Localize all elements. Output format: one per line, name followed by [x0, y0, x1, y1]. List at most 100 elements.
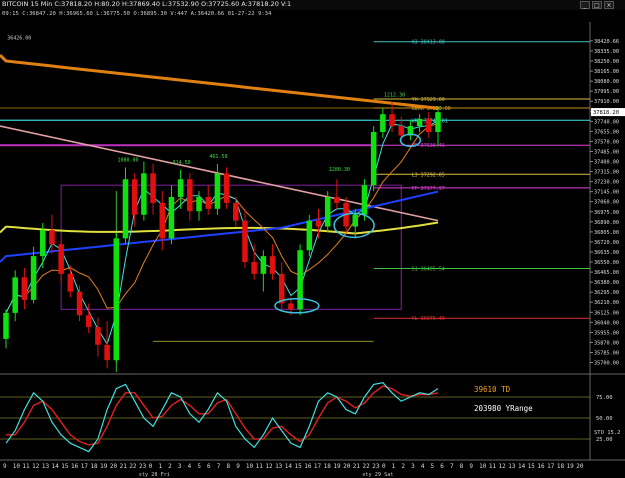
time-tick-label: 6	[207, 463, 211, 470]
price-tick-label: 37910.00	[594, 99, 619, 105]
price-tick-label: 37995.00	[594, 89, 619, 95]
time-tick-label: 19	[567, 463, 575, 470]
price-tick-label: 36210.00	[594, 300, 619, 306]
candle-body	[315, 220, 322, 227]
day-label: sty 29 Sat	[362, 472, 393, 478]
candle-body	[242, 220, 248, 263]
price-tick-label: 37315.00	[594, 170, 619, 176]
price-tick-label: 36125.00	[594, 310, 619, 316]
candle-body	[370, 131, 377, 186]
time-tick-label: 20	[343, 463, 351, 470]
time-tick-label: 12	[265, 463, 273, 470]
candle-body	[251, 262, 257, 274]
time-tick-label: 15	[295, 463, 303, 470]
price-tick-label: 38165.00	[594, 69, 619, 75]
long-moving-average	[0, 54, 440, 110]
sto-label: STO 15.2	[594, 430, 621, 436]
candle-body	[3, 312, 9, 339]
time-tick-label: 0	[149, 463, 153, 470]
level-label: YL 36075.40	[412, 316, 445, 322]
time-tick-label: 13	[508, 463, 516, 470]
time-tick-label: 10	[479, 463, 487, 470]
candle-body	[58, 244, 64, 274]
price-tick-label: 36295.00	[594, 290, 619, 296]
price-tick-label: 37570.00	[594, 139, 619, 145]
time-tick-label: 12	[32, 463, 40, 470]
time-tick-label: 4	[188, 463, 192, 470]
yellow-moving-average	[0, 221, 439, 235]
time-tick-label: 9	[236, 463, 240, 470]
candle-body	[306, 220, 313, 251]
price-tick-label: 35870.00	[594, 340, 619, 346]
price-tick-label: 37400.00	[594, 160, 619, 166]
time-tick-label: 21	[120, 463, 128, 470]
time-tick-label: 16	[71, 463, 79, 470]
time-tick-label: 1	[392, 463, 396, 470]
candle-body	[398, 126, 404, 136]
time-tick-label: 20	[110, 463, 118, 470]
candle-body	[380, 114, 386, 132]
price-chart[interactable]: H3 38413.08YH 37929.00R0HR 37853.00WR3 3…	[0, 0, 625, 478]
time-tick-label: 18	[90, 463, 98, 470]
time-tick-label: 7	[217, 463, 221, 470]
candle-body	[122, 179, 129, 239]
time-tick-label: 6	[440, 463, 444, 470]
price-tick-label: 36635.00	[594, 250, 619, 256]
time-tick-label: 14	[285, 463, 293, 470]
level-label: H3 38413.08	[412, 40, 445, 46]
candle-body	[159, 202, 166, 239]
price-tick-label: 36720.00	[594, 240, 619, 246]
candle-body	[205, 197, 211, 209]
candle-body	[21, 277, 28, 300]
time-tick-label: 10	[13, 463, 21, 470]
time-tick-label: 17	[547, 463, 555, 470]
price-tick-label: 38335.00	[594, 49, 619, 55]
price-tick-label: 36890.00	[594, 220, 619, 226]
candle-body	[95, 327, 101, 345]
candle-body	[12, 277, 18, 313]
td-label: 39610 TD	[474, 385, 511, 394]
chart-annotation: 36426.00	[7, 36, 31, 42]
level-label: PP 37177.97	[412, 186, 445, 192]
price-tick-label: 36550.00	[594, 260, 619, 266]
candle-body	[223, 173, 230, 203]
oscillator-slow-line	[6, 385, 439, 446]
time-tick-label: 19	[100, 463, 108, 470]
candle-body	[150, 173, 156, 203]
time-tick-label: 8	[226, 463, 230, 470]
time-tick-label: 13	[275, 463, 283, 470]
candle-body	[67, 273, 74, 292]
price-tick-label: 37740.00	[594, 119, 619, 125]
candle-body	[131, 179, 138, 215]
candle-body	[288, 303, 294, 310]
time-tick-label: 3	[411, 463, 415, 470]
price-tick-label: 37145.00	[594, 190, 619, 196]
chart-window: BITCOIN 15 Min C:37818.20 H:80.20 H:3786…	[0, 0, 625, 478]
price-tick-label: 36040.00	[594, 320, 619, 326]
time-tick-label: 9	[469, 463, 473, 470]
candle-body	[435, 112, 441, 132]
time-tick-label: 11	[22, 463, 30, 470]
candle-body	[334, 197, 340, 203]
candle-body	[76, 291, 83, 316]
time-tick-label: 5	[431, 463, 435, 470]
time-tick-label: 15	[61, 463, 69, 470]
price-tick-label: 36380.00	[594, 280, 619, 286]
candle-body	[168, 197, 175, 239]
price-tick-label: 37060.00	[594, 200, 619, 206]
time-tick-label: 7	[450, 463, 454, 470]
candle-body	[85, 315, 92, 328]
time-tick-label: 10	[246, 463, 254, 470]
time-tick-label: 20	[576, 463, 584, 470]
level-label: YH 37929.00	[412, 97, 445, 103]
time-tick-label: 9	[3, 463, 7, 470]
candle-body	[113, 238, 120, 361]
time-tick-label: 22	[129, 463, 137, 470]
candle-body	[233, 202, 239, 221]
candle-body	[389, 114, 395, 127]
price-tick-label: 36975.00	[594, 210, 619, 216]
time-tick-label: 12	[499, 463, 507, 470]
price-tick-label: 38420.66	[594, 39, 619, 45]
time-tick-label: 16	[304, 463, 312, 470]
candle-body	[269, 256, 276, 274]
